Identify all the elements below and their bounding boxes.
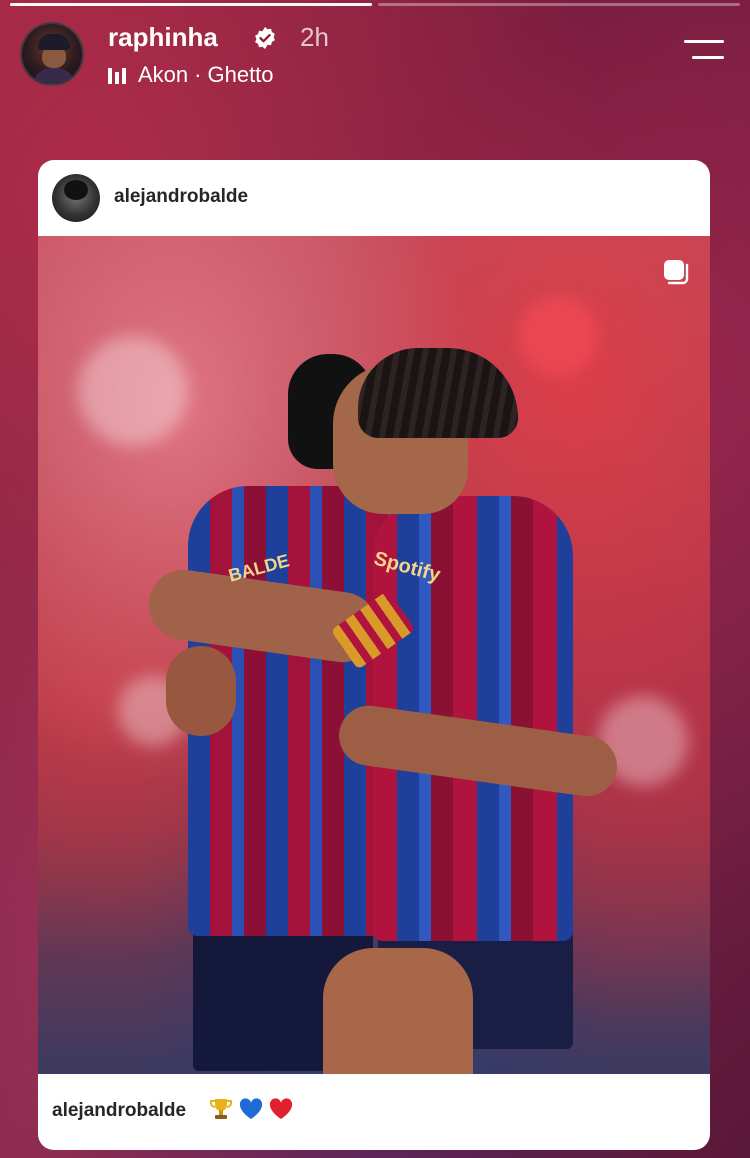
trophy-icon	[210, 1099, 232, 1119]
progress-segment	[378, 3, 740, 6]
caption-emojis	[208, 1096, 294, 1122]
music-track: Ghetto	[207, 62, 274, 87]
post-photo[interactable]: Spotify BALDE	[38, 236, 710, 1074]
music-attribution[interactable]: Akon · Ghetto	[108, 62, 274, 88]
story-header: raphinha 2h Akon · Ghetto	[20, 20, 730, 90]
player-hair	[358, 348, 518, 438]
post-header: alejandrobalde	[38, 160, 710, 236]
bokeh-light	[78, 336, 188, 446]
red-heart-icon	[269, 1098, 293, 1119]
post-author-avatar[interactable]	[52, 174, 100, 222]
blue-heart-icon	[239, 1098, 263, 1119]
story-timestamp: 2h	[300, 22, 329, 52]
menu-icon[interactable]	[684, 40, 724, 62]
music-separator: ·	[194, 62, 202, 87]
bokeh-light	[518, 296, 598, 376]
multiple-photos-icon	[664, 260, 689, 285]
player-hand	[166, 646, 236, 736]
story-username[interactable]: raphinha	[108, 22, 218, 53]
shared-post-card[interactable]: alejandrobalde Spotify BALDE alejandroba…	[38, 160, 710, 1150]
story-progress-bar	[10, 3, 740, 6]
post-author-username[interactable]: alejandrobalde	[114, 186, 248, 208]
verified-badge-icon	[255, 27, 275, 49]
post-caption: alejandrobalde	[38, 1074, 710, 1150]
caption-username[interactable]: alejandrobalde	[52, 1100, 186, 1122]
music-bars-icon	[108, 66, 128, 84]
player-leg	[323, 948, 473, 1074]
progress-segment	[10, 3, 372, 6]
avatar[interactable]	[20, 22, 84, 86]
music-artist: Akon	[138, 62, 189, 87]
